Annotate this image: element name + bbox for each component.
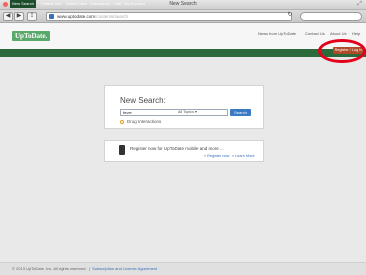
browser-search-field[interactable] (300, 12, 362, 21)
drug-interactions-link[interactable]: Drug Interactions (127, 119, 161, 124)
site-favicon-icon (49, 14, 54, 19)
footer-separator: | (88, 266, 90, 271)
mobile-device-icon (119, 145, 125, 155)
back-button[interactable]: ◀ (3, 12, 13, 21)
nav-patient-info[interactable]: Patient Info (41, 0, 61, 8)
copyright-text: © 2013 UpToDate, Inc. All rights reserve… (12, 266, 87, 271)
promo-text: Register now for UpToDate mobile and mor… (130, 146, 224, 151)
site-header (0, 23, 366, 50)
url-path: /contents/search (95, 14, 129, 19)
nav-whats-new[interactable]: What's New (66, 0, 87, 8)
search-title: New Search: (120, 96, 166, 105)
topics-select[interactable]: All Topics ▾ (176, 109, 228, 116)
uptodate-logo[interactable]: UpToDate. (12, 31, 51, 41)
browser-toolbar: ◀ ▶ ⇪ www.uptodate.com/contents/search ↻ (0, 10, 366, 23)
search-button[interactable]: Search (230, 109, 251, 116)
main-nav (0, 49, 366, 57)
topnav-news-link[interactable]: News from UpToDate (258, 31, 296, 36)
topnav-help-link[interactable]: Help (352, 31, 360, 36)
subscription-agreement-link[interactable]: Subscription and License Agreement (92, 266, 157, 271)
mobile-promo-panel (104, 140, 264, 162)
drug-interactions-icon (120, 120, 124, 124)
reload-button[interactable]: ↻ (286, 12, 294, 21)
fullscreen-icon[interactable]: ⤢ (357, 1, 362, 8)
footer-text: © 2013 UpToDate, Inc. All rights reserve… (12, 266, 157, 271)
nav-calculators[interactable]: Calculators (90, 0, 110, 8)
topnav-about-link[interactable]: About Us (330, 31, 346, 36)
register-now-link[interactable]: » Register now (204, 154, 229, 158)
address-bar[interactable]: www.uptodate.com/contents/search (46, 12, 292, 21)
nav-cme[interactable]: CME (113, 0, 122, 8)
share-button[interactable]: ⇪ (27, 12, 37, 21)
annotation-highlight-circle (318, 39, 366, 63)
learn-more-link[interactable]: » Learn More (232, 154, 255, 158)
nav-my-account[interactable]: My Account (124, 0, 145, 8)
url-host: www.uptodate.com (57, 14, 96, 19)
forward-button[interactable]: ▶ (14, 12, 24, 21)
topnav-contact-link[interactable]: Contact Us (305, 31, 325, 36)
nav-new-search[interactable]: New Search (10, 0, 36, 8)
